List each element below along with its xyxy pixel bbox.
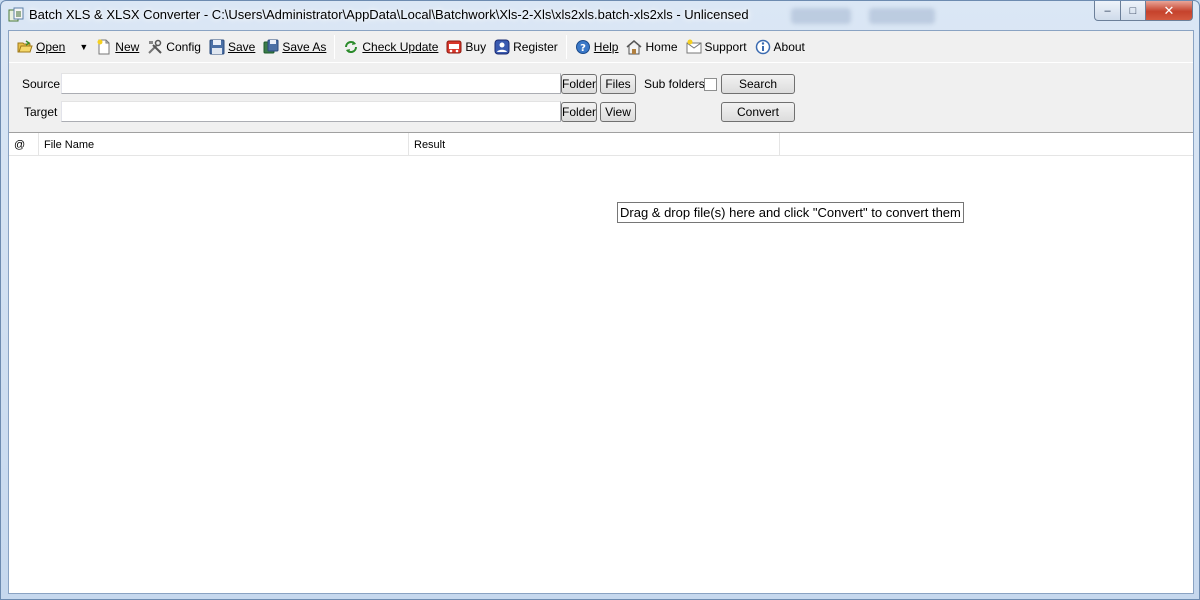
title-bar[interactable]: Batch XLS & XLSX Converter - C:\Users\Ad… [1, 1, 1199, 29]
convert-button[interactable]: Convert [721, 102, 795, 122]
support-icon [686, 39, 701, 53]
toolbar-separator [334, 34, 336, 59]
maximize-icon: □ [1129, 4, 1137, 17]
save-as-icon [263, 39, 279, 53]
home-icon [626, 39, 642, 54]
close-icon: ✕ [1163, 2, 1175, 18]
toolbar-separator [565, 34, 567, 59]
new-label: New [115, 39, 140, 54]
column-header-filler [780, 133, 1193, 156]
register-label: Register [513, 39, 558, 54]
target-view-button[interactable]: View [600, 102, 636, 122]
subfolders-checkbox[interactable] [704, 78, 717, 91]
open-button[interactable]: Open [13, 35, 69, 59]
window-title: Batch XLS & XLSX Converter - C:\Users\Ad… [29, 7, 749, 22]
window-controls: – □ ✕ [1094, 1, 1193, 21]
search-button[interactable]: Search [721, 74, 795, 94]
target-input[interactable] [61, 101, 561, 122]
list-header: @ File Name Result [9, 133, 1193, 156]
tools-icon [148, 39, 163, 54]
help-button[interactable]: ? Help [571, 35, 623, 59]
open-folder-icon [17, 39, 33, 52]
refresh-icon [345, 40, 358, 53]
register-button[interactable]: Register [490, 35, 562, 59]
info-icon [755, 39, 770, 54]
chevron-down-icon: ▼ [79, 41, 89, 52]
cart-icon [446, 40, 462, 53]
config-label: Config [166, 39, 201, 54]
target-folder-button[interactable]: Folder [561, 102, 597, 122]
save-as-label: Save As [282, 39, 327, 54]
about-label: About [773, 39, 805, 54]
help-label: Help [593, 39, 619, 54]
check-update-button[interactable]: Check Update [339, 35, 442, 59]
save-as-button[interactable]: Save As [259, 35, 330, 59]
source-folder-button[interactable]: Folder [561, 74, 597, 94]
source-label: Source [22, 77, 61, 91]
new-button[interactable]: New [92, 35, 143, 59]
new-file-icon [97, 39, 110, 54]
source-input[interactable] [61, 73, 561, 94]
client-area: Open ▼ New Config Save Save As Check Upd… [8, 30, 1194, 594]
toolbar: Open ▼ New Config Save Save As Check Upd… [9, 31, 1193, 62]
about-button[interactable]: About [751, 35, 809, 59]
source-target-panel: Source Folder Files Sub folders Search T… [9, 62, 1193, 132]
buy-label: Buy [465, 39, 487, 54]
home-label: Home [645, 39, 678, 54]
config-button[interactable]: Config [143, 35, 205, 59]
file-list[interactable]: @ File Name Result Drag & drop file(s) h… [9, 132, 1193, 593]
support-button[interactable]: Support [682, 35, 751, 59]
buy-button[interactable]: Buy [442, 35, 490, 59]
maximize-button[interactable]: □ [1121, 1, 1146, 21]
save-button[interactable]: Save [205, 35, 259, 59]
target-label: Target [24, 105, 58, 119]
app-window: Batch XLS & XLSX Converter - C:\Users\Ad… [0, 0, 1200, 600]
title-blur-region [791, 8, 851, 24]
save-label: Save [227, 39, 256, 54]
source-files-button[interactable]: Files [600, 74, 636, 94]
column-header-file-name[interactable]: File Name [39, 133, 409, 156]
title-blur-region [869, 8, 935, 24]
register-icon [494, 39, 510, 54]
column-header-status[interactable]: @ [9, 133, 39, 156]
minimize-icon: – [1104, 4, 1111, 17]
home-button[interactable]: Home [622, 35, 681, 59]
column-header-result[interactable]: Result [409, 133, 780, 156]
svg-text:?: ? [580, 43, 586, 54]
help-icon: ? [575, 39, 590, 54]
floppy-disk-icon [209, 39, 225, 54]
open-label: Open [36, 39, 66, 54]
drag-drop-hint: Drag & drop file(s) here and click "Conv… [617, 202, 964, 223]
subfolders-label: Sub folders [644, 77, 705, 91]
close-button[interactable]: ✕ [1146, 1, 1193, 21]
support-label: Support [704, 39, 747, 54]
open-dropdown-button[interactable]: ▼ [69, 35, 92, 59]
minimize-button[interactable]: – [1094, 1, 1121, 21]
check-update-label: Check Update [362, 39, 439, 54]
app-icon [8, 7, 24, 22]
